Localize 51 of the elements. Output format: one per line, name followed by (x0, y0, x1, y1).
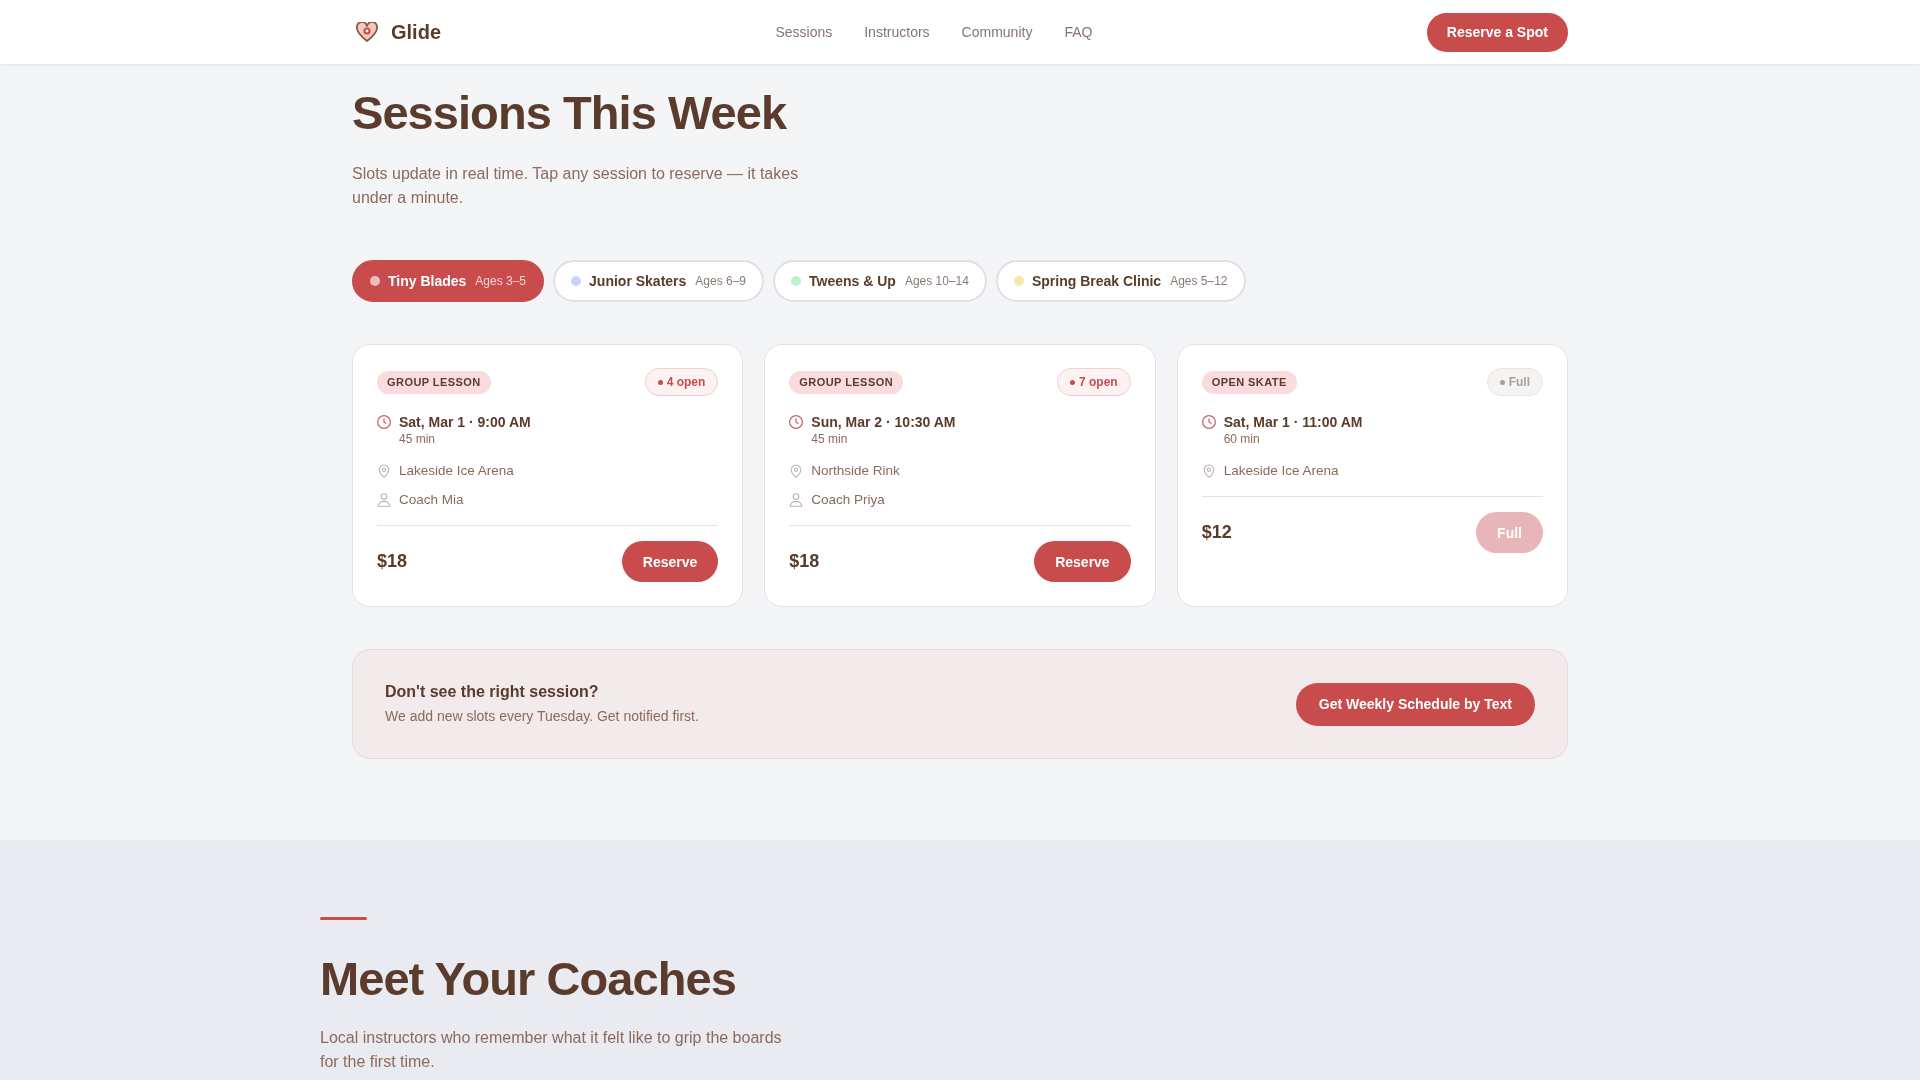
session-time: Sat, Mar 1 · 9:00 AM (399, 413, 531, 431)
weekly-schedule-button[interactable]: Get Weekly Schedule by Text (1295, 682, 1535, 726)
heart-icon (356, 22, 378, 42)
banner-text: We add new slots every Tuesday. Get notified first. (385, 707, 699, 726)
session-duration: 45 min (811, 431, 849, 447)
person-icon (377, 493, 391, 507)
availability-label: Full (1508, 375, 1530, 389)
filter-tab[interactable]: Spring Break Clinic Ages 5–12 (995, 260, 1246, 302)
coach-name: Coach Mia (399, 491, 464, 509)
banner-title: Don't see the right session? (385, 682, 600, 702)
session-type-tag: GROUP LESSON (377, 370, 491, 394)
availability-label: 4 open (666, 375, 706, 389)
filter-tab[interactable]: Tiny Blades Ages 3–5 (352, 260, 545, 302)
clock-icon (377, 415, 391, 429)
venue-name: Lakeside Ice Arena (399, 462, 514, 480)
status-dot-icon (1070, 379, 1075, 385)
brand-name[interactable]: Glide (391, 20, 441, 44)
session-type-tag: OPEN SKATE (1201, 370, 1297, 394)
nav-link[interactable]: FAQ (1064, 23, 1093, 41)
clock-icon (1201, 415, 1216, 429)
section-description: Local instructors who remember what it felt like to grip the boards for the first time. (320, 1028, 783, 1072)
page-title: Sessions This Week (352, 86, 788, 140)
price: $18 (377, 551, 408, 572)
price: $18 (789, 551, 820, 572)
coach-name: Coach Priya (811, 491, 885, 509)
status-dot-icon (657, 379, 663, 385)
filter-tab[interactable]: Tweens & Up Ages 10–14 (773, 260, 987, 302)
reserve-button[interactable]: Reserve (621, 541, 719, 582)
availability-label: 7 open (1079, 375, 1118, 389)
session-time: Sun, Mar 2 · 10:30 AM (811, 413, 956, 431)
person-icon (789, 493, 804, 507)
session-duration: 45 min (399, 431, 437, 447)
reserve-button[interactable]: Reserve (1034, 541, 1131, 582)
filter-tab[interactable]: Junior Skaters Ages 6–9 (553, 260, 765, 302)
nav-link[interactable]: Sessions (775, 23, 833, 41)
section-title: Meet Your Coaches (320, 952, 737, 1006)
page-subtitle: Slots update in real time. Tap any session to reserve — it takes under a minute. (352, 164, 800, 208)
location-pin-icon (377, 464, 391, 478)
location-pin-icon (789, 464, 804, 478)
nav-link[interactable]: Community (961, 23, 1033, 41)
session-type-tag: GROUP LESSON (789, 370, 904, 394)
session-time: Sat, Mar 1 · 11:00 AM (1223, 413, 1363, 431)
status-dot-icon (1499, 379, 1505, 385)
clock-icon (789, 415, 804, 429)
reserve-spot-button[interactable]: Reserve a Spot (1426, 12, 1568, 52)
price: $12 (1201, 522, 1232, 543)
venue-name: Northside Rink (811, 462, 900, 480)
session-duration: 60 min (1223, 431, 1261, 447)
nav-link[interactable]: Instructors (864, 23, 930, 41)
location-pin-icon (1201, 464, 1216, 478)
venue-name: Lakeside Ice Arena (1223, 462, 1339, 480)
